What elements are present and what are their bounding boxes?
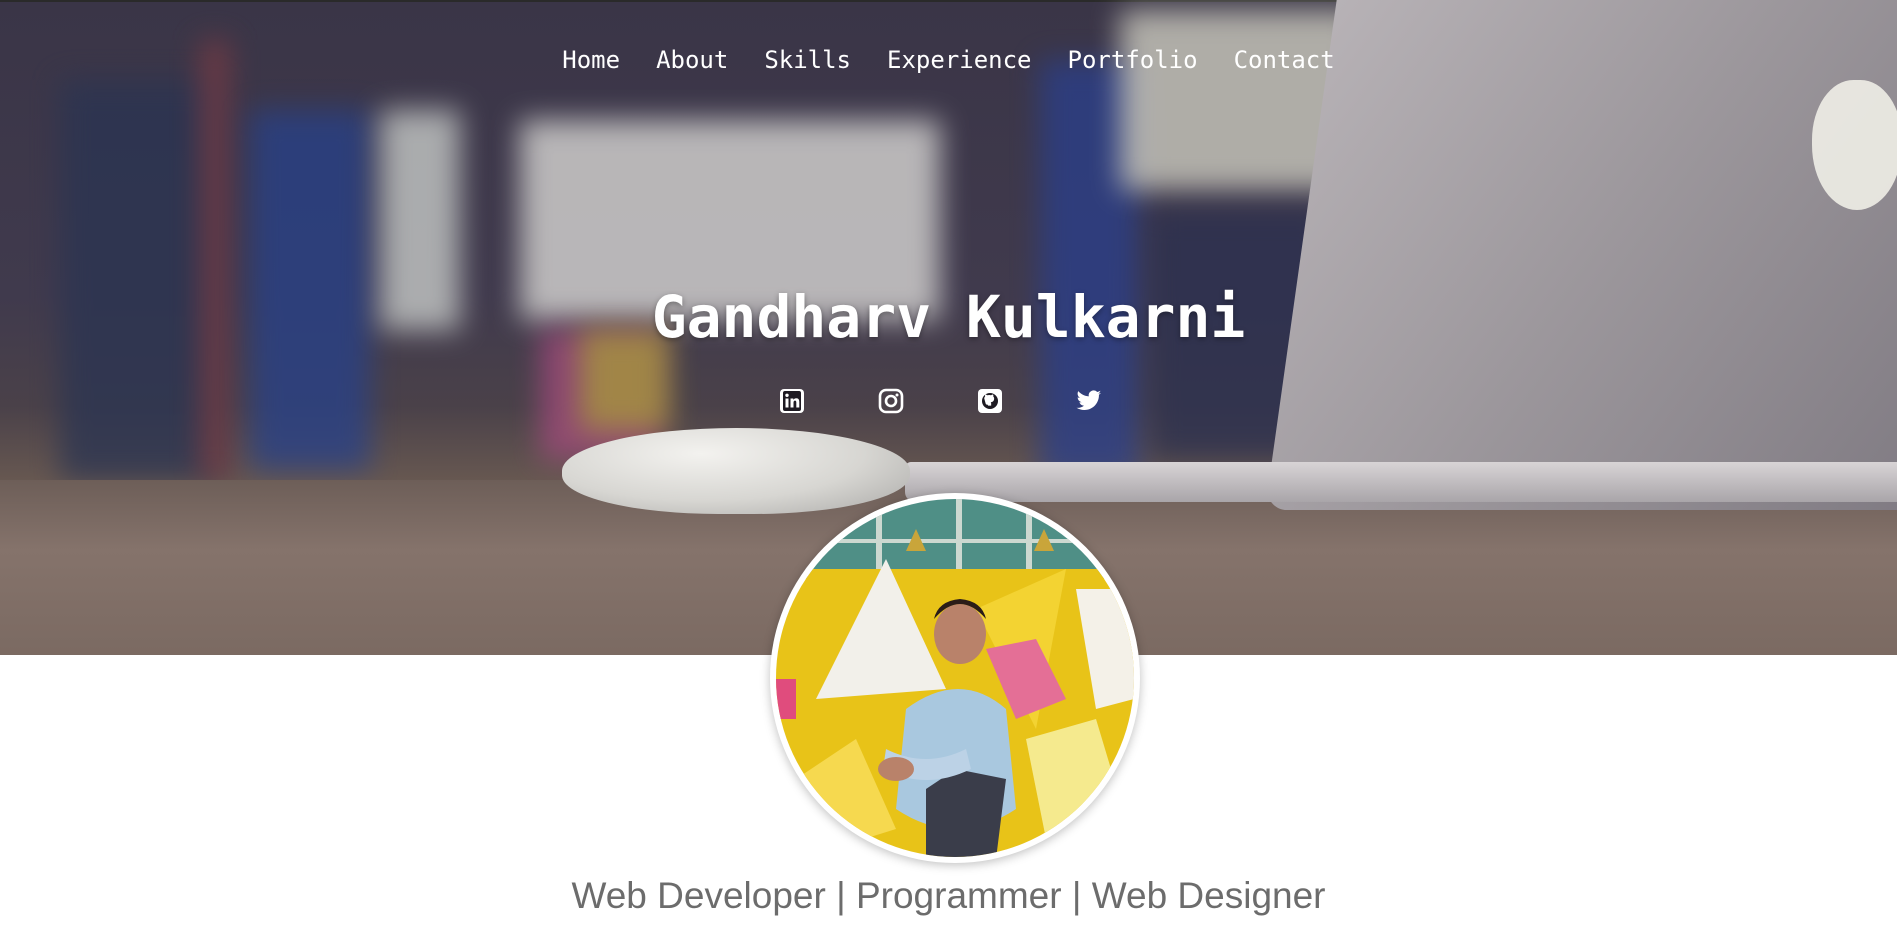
nav-experience[interactable]: Experience [887, 46, 1032, 74]
github-icon[interactable] [977, 388, 1003, 414]
mouse-background [562, 428, 910, 514]
bookshelf-background [200, 40, 230, 480]
profile-tagline: Web Developer | Programmer | Web Designe… [571, 875, 1326, 916]
instagram-icon[interactable] [878, 388, 904, 414]
nav-home[interactable]: Home [562, 46, 620, 74]
main-nav: Home About Skills Experience Portfolio C… [0, 46, 1897, 74]
hero-name: Gandharv Kulkarni [651, 283, 1246, 351]
nav-skills[interactable]: Skills [764, 46, 851, 74]
bookshelf-background [60, 80, 220, 480]
laptop-base [905, 462, 1897, 502]
profile-photo-image [776, 499, 1134, 857]
linkedin-icon[interactable] [779, 388, 805, 414]
nav-portfolio[interactable]: Portfolio [1068, 46, 1198, 74]
apple-logo-background [1812, 80, 1897, 210]
nav-contact[interactable]: Contact [1234, 46, 1335, 74]
nav-about[interactable]: About [656, 46, 728, 74]
social-links [779, 388, 1102, 414]
laptop-background [1265, 0, 1897, 510]
profile-photo [770, 493, 1140, 863]
twitter-icon[interactable] [1076, 388, 1102, 414]
